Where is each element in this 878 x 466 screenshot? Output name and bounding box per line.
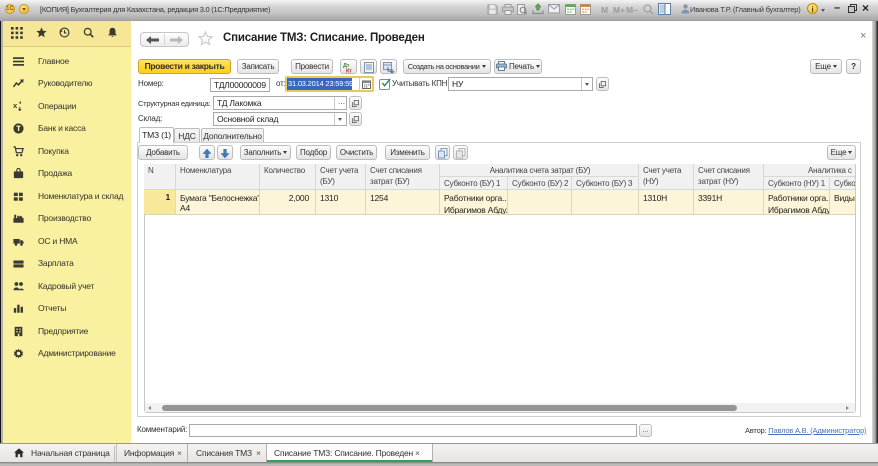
svg-text:x: x	[13, 101, 18, 110]
svg-text:Кт: Кт	[346, 69, 352, 74]
